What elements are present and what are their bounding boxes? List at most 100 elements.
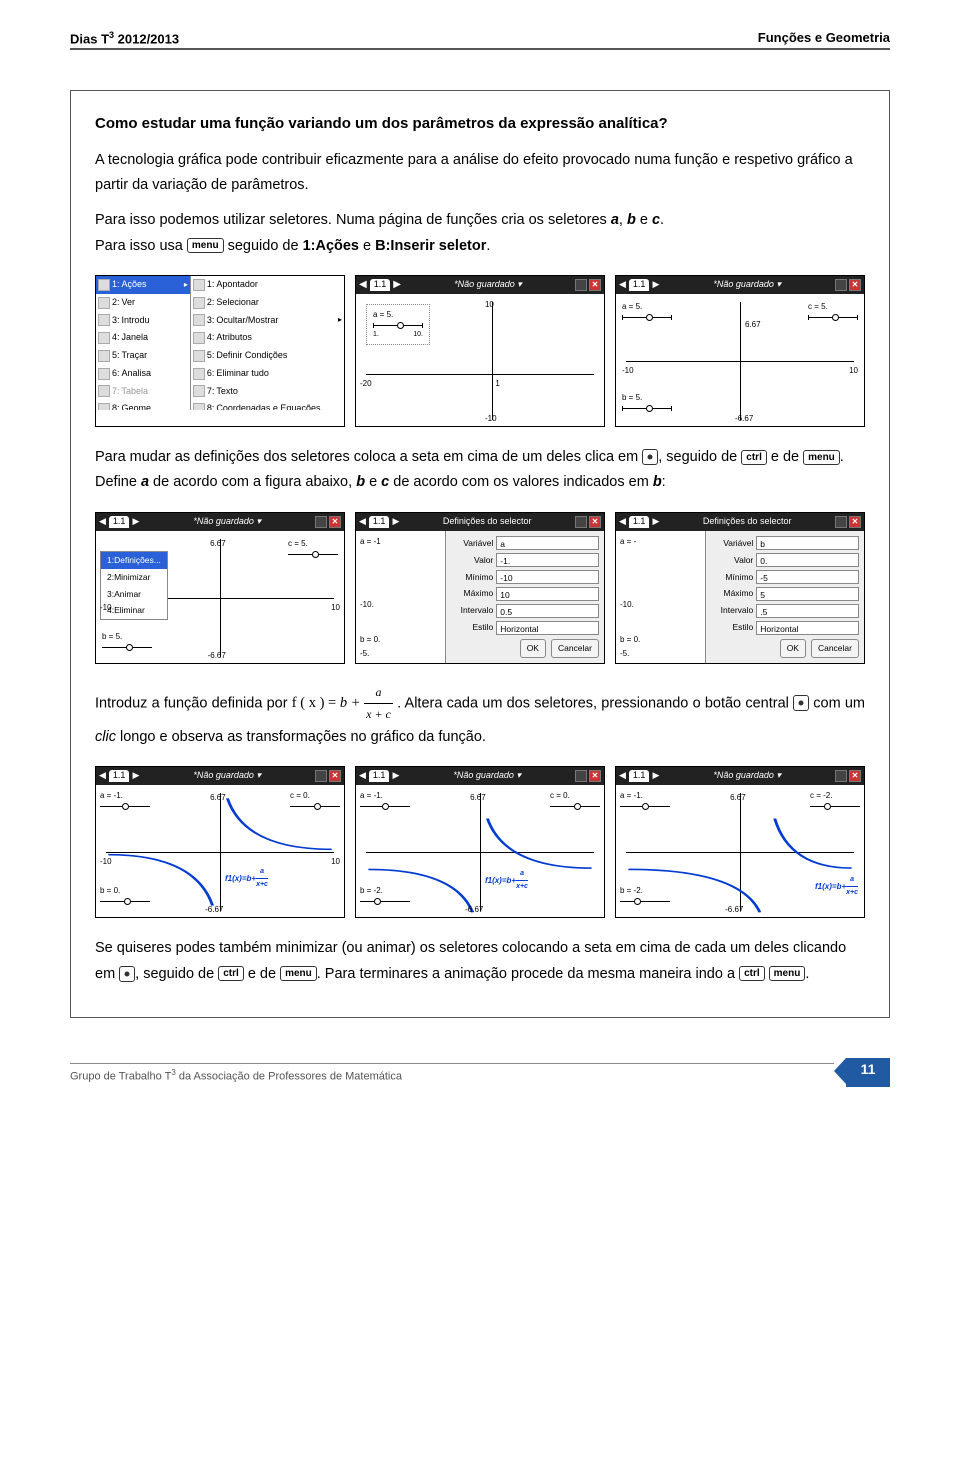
batt-r3c bbox=[835, 770, 847, 782]
dialog-a: Variávela Valor-1. Mínimo-10 Máximo10 In… bbox=[445, 531, 604, 664]
var-c: c bbox=[652, 212, 660, 228]
var-b2: b bbox=[356, 474, 365, 490]
p2-b: , bbox=[619, 212, 627, 228]
f1t-b: a bbox=[516, 868, 528, 881]
r2c-m5: -5. bbox=[620, 647, 629, 661]
r2a-m10: -10 bbox=[100, 601, 112, 615]
dlga-est: Horizontal bbox=[496, 621, 599, 635]
p4-a: Para mudar as definições dos seletores c… bbox=[95, 449, 642, 465]
menu-l-6: 6:Analisa bbox=[96, 365, 190, 383]
tb-r2c: Definições do selector bbox=[662, 514, 832, 530]
paragraph-4: Para mudar as definições dos seletores c… bbox=[95, 445, 865, 496]
p4-f: e bbox=[365, 474, 381, 490]
batt-r3a bbox=[315, 770, 327, 782]
r2a-c: c = 5. bbox=[288, 539, 308, 548]
titlebar-2: ◀ 1.1 ▶ *Não guardado ▾ ✕ bbox=[356, 276, 604, 294]
var-a2: a bbox=[141, 474, 149, 490]
menu-l-7: 7:Tabela bbox=[96, 383, 190, 401]
tb-r2a: *Não guardado ▾ bbox=[142, 514, 312, 530]
tab11-3: 1.1 bbox=[629, 279, 650, 291]
ctx-2: 2:Minimizar bbox=[101, 569, 167, 586]
dlgb-max: 5 bbox=[756, 587, 859, 601]
dlga-int: 0.5 bbox=[496, 604, 599, 618]
ax-m10: -10 bbox=[485, 412, 497, 426]
r3b-667: 6.67 bbox=[470, 791, 486, 805]
fx-top: a bbox=[364, 682, 393, 704]
menu-l-2-t: Ver bbox=[122, 295, 136, 311]
cancel-b: Cancelar bbox=[811, 639, 859, 658]
r3a-667: 6.67 bbox=[210, 791, 226, 805]
menu-l-8: 8:Geome bbox=[96, 400, 190, 410]
r3a-a: a = -1. bbox=[100, 791, 123, 800]
p6-b: , seguido de bbox=[135, 966, 218, 982]
paragraph-1: A tecnologia gráfica pode contribuir efi… bbox=[95, 148, 865, 199]
tb-r2b: Definições do selector bbox=[402, 514, 572, 530]
close-r2c: ✕ bbox=[849, 516, 861, 528]
p4-c: e de bbox=[771, 449, 803, 465]
menu-l-5: 5:Traçar bbox=[96, 347, 190, 365]
r2a-m667: -6.67 bbox=[208, 649, 226, 663]
paragraph-2: Para isso podemos utilizar seletores. Nu… bbox=[95, 208, 865, 259]
var-b3: b bbox=[653, 474, 662, 490]
ft-pre: Grupo de Trabalho T bbox=[70, 1070, 171, 1082]
page-footer: Grupo de Trabalho T3 da Associação de Pr… bbox=[70, 1058, 890, 1087]
paragraph-5: Introduz a função definida por f ( x ) =… bbox=[95, 682, 865, 750]
p6-d: . Para terminares a animação procede da … bbox=[317, 966, 739, 982]
p4-e: de acordo com a figura abaixo, bbox=[149, 474, 356, 490]
ft-post: da Associação de Professores de Matemáti… bbox=[176, 1070, 402, 1082]
r2b-a: a = -1 bbox=[360, 535, 381, 549]
menu-l-4-t: Janela bbox=[122, 330, 149, 346]
p5b-post: com um bbox=[809, 695, 865, 711]
sl-b5: b = 5. bbox=[622, 393, 642, 402]
close-r3c: ✕ bbox=[849, 770, 861, 782]
p5b-pre: pressionando o botão central bbox=[601, 695, 793, 711]
r3c-m667: -6.67 bbox=[725, 903, 743, 917]
screen-menu: 1:Ações▸ 2:Ver 3:Introdu 4:Janela 5:Traç… bbox=[95, 275, 345, 427]
screen-graph-2: ◀1.1▶*Não guardado ▾✕ a = -1. c = 0. b =… bbox=[355, 766, 605, 918]
key-ctrl-3: ctrl bbox=[739, 966, 765, 981]
r2c-m10: -10. bbox=[620, 598, 634, 612]
key-ctrl-1: ctrl bbox=[741, 450, 767, 465]
dlgb-var: b bbox=[756, 536, 859, 550]
f1b-c: x+c bbox=[846, 887, 858, 899]
fx-b: b + bbox=[340, 695, 364, 711]
p3-a: Para isso usa bbox=[95, 238, 187, 254]
r3c-c: c = -2. bbox=[810, 791, 832, 800]
sl-a5: a = 5. bbox=[622, 302, 642, 311]
menu-r-8: 8:Coordenadas e Equações bbox=[191, 400, 344, 410]
r3a-c: c = 0. bbox=[290, 791, 310, 800]
menu-r-1: 1:Apontador bbox=[191, 276, 344, 294]
menu-r-2: 2:Selecionar bbox=[191, 294, 344, 312]
dlgb-min: -5 bbox=[756, 570, 859, 584]
tb-r3c: *Não guardado ▾ bbox=[662, 768, 832, 784]
ax-10: 10 bbox=[485, 298, 494, 312]
slider-val-a: a = 5. bbox=[373, 308, 423, 322]
p6-f: . bbox=[805, 966, 809, 982]
screenshot-row-2: ◀1.1▶*Não guardado ▾✕ 1:Definições... 2:… bbox=[95, 512, 865, 664]
tab-r2b: 1.1 bbox=[369, 516, 390, 528]
r2b-m5: -5. bbox=[360, 647, 369, 661]
menu-l-6-t: Analisa bbox=[122, 366, 152, 382]
p5b-clic: clic bbox=[95, 729, 116, 745]
batt-r3b bbox=[575, 770, 587, 782]
screen-dialog-a: ◀1.1▶Definições do selector✕ a = -1 -10.… bbox=[355, 512, 605, 664]
r2a-10: 10 bbox=[331, 601, 340, 615]
ax-m20: -20 bbox=[360, 377, 372, 391]
mr4: Atributos bbox=[216, 330, 252, 346]
mr5: Definir Condições bbox=[216, 348, 287, 364]
hdr-left-pre: Dias T bbox=[70, 31, 109, 46]
ax3-m10: -10 bbox=[622, 364, 634, 378]
tb3-center: *Não guardado ▾ bbox=[662, 277, 832, 293]
f1b-a: x+c bbox=[256, 879, 268, 891]
key-clickpad bbox=[642, 449, 658, 465]
close-icon3: ✕ bbox=[849, 279, 861, 291]
menu-r-5: 5:Definir Condições bbox=[191, 347, 344, 365]
tab-r2a: 1.1 bbox=[109, 516, 130, 528]
menu-l-3-t: Introdu bbox=[122, 313, 150, 329]
page-header: Dias T3 2012/2013 Funções e Geometria bbox=[70, 30, 890, 50]
sl-max: 10. bbox=[413, 329, 423, 341]
r2b-m10: -10. bbox=[360, 598, 374, 612]
menu-r-7: 7:Texto bbox=[191, 383, 344, 401]
mr7: Texto bbox=[216, 384, 238, 400]
tab-r3c: 1.1 bbox=[629, 770, 650, 782]
